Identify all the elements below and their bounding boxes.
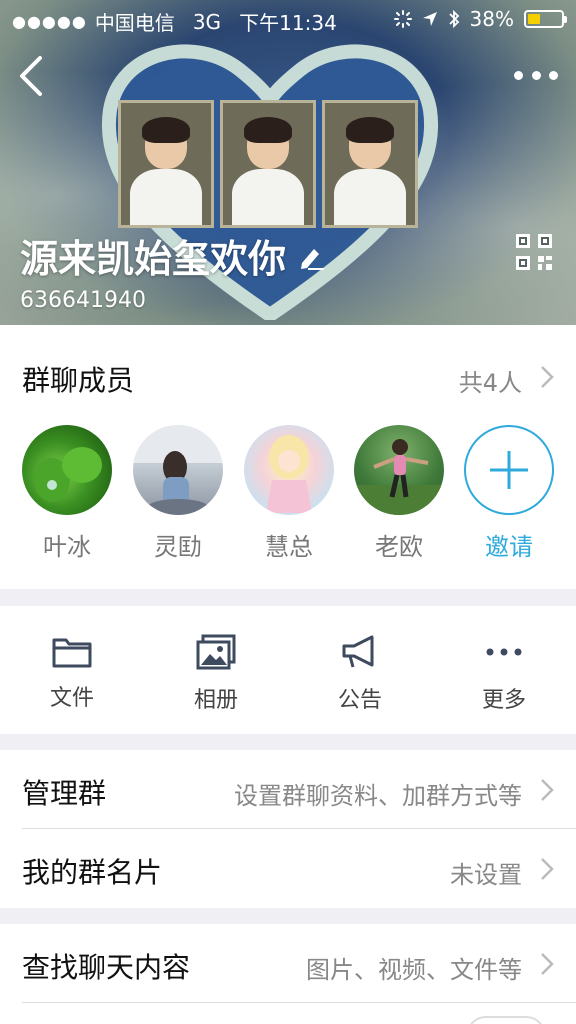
manage-group-hint: 设置群聊资料、加群方式等 [234,782,522,810]
tool-label: 文件 [49,686,94,711]
photo-album-icon [196,634,236,670]
search-history-row[interactable]: 查找聊天内容 图片、视频、文件等 [0,924,576,1002]
toggle-switch[interactable] [466,1016,546,1024]
group-id: 636641940 [20,288,146,313]
megaphone-icon [342,635,374,668]
row-divider [22,1002,576,1003]
chevron-right-icon [541,858,554,880]
manage-group-row[interactable]: 管理群 设置群聊资料、加群方式等 [0,750,576,828]
group-tools-section: 文件 相册 公告 更多 [0,606,576,734]
announcement-button[interactable]: 公告 [310,634,410,714]
member-item[interactable]: 慧总 [243,425,335,562]
manage-group-title: 管理群 [22,777,107,810]
banner-photo [220,100,316,228]
member-item[interactable]: 老欧 [353,425,445,562]
qr-code-icon[interactable] [516,234,552,270]
bluetooth-icon [448,9,459,29]
battery-icon [524,10,567,28]
avatar[interactable] [22,425,112,515]
members-title: 群聊成员 [22,364,135,397]
clock: 下午11:34 [239,11,337,35]
brightness-icon [393,10,412,28]
invite-member[interactable]: 邀请 [463,425,555,562]
avatar[interactable] [133,425,223,515]
invite-button[interactable] [464,425,554,515]
battery-fill [528,14,541,24]
member-item[interactable]: 灵劻 [132,425,224,562]
plus-icon [490,451,528,489]
group-card-row[interactable]: 我的群名片 未设置 [0,829,576,908]
member-name: 老欧 [375,533,423,561]
banner-photo [118,100,214,228]
files-button[interactable]: 文件 [22,634,122,712]
more-dots-icon [486,648,522,656]
chevron-right-icon [541,953,554,975]
member-name: 灵劻 [154,533,202,561]
members-section: 群聊成员 共4人 叶冰 灵劻 慧总 老欧 邀请 [0,325,576,589]
chevron-right-icon [541,779,554,801]
avatar[interactable] [244,425,334,515]
chevron-right-icon [541,366,554,388]
group-name-row[interactable]: 源来凯始玺欢你 [20,228,326,283]
back-button[interactable] [12,52,52,100]
more-dot [549,70,558,80]
banner-photo [322,100,418,228]
group-name: 源来凯始玺欢你 [20,237,287,281]
members-header-row[interactable]: 群聊成员 共4人 [0,325,576,425]
group-card-title: 我的群名片 [22,856,163,889]
search-history-title: 查找聊天内容 [22,951,191,984]
group-card-value: 未设置 [450,861,522,889]
search-history-hint: 图片、视频、文件等 [306,956,522,984]
search-history-section: 查找聊天内容 图片、视频、文件等 [0,924,576,1024]
pencil-icon[interactable] [296,241,326,271]
tool-label: 公告 [337,688,382,713]
album-button[interactable]: 相册 [166,634,266,714]
more-options-button[interactable] [514,62,558,88]
group-settings-section: 管理群 设置群聊资料、加群方式等 我的群名片 未设置 [0,750,576,908]
location-arrow-icon [422,12,437,26]
member-avatar-list: 叶冰 灵劻 慧总 老欧 邀请 [0,425,576,565]
status-bar: ●●●●● 中国电信 3G 下午11:34 38% [0,0,576,38]
more-dot [531,70,541,80]
group-header-banner: ●●●●● 中国电信 3G 下午11:34 38% 源来凯始玺欢你 636641… [0,0,576,325]
more-tools-button[interactable]: 更多 [454,634,554,714]
tool-label: 更多 [481,688,526,713]
more-dot [514,70,523,80]
avatar[interactable] [354,425,444,515]
tool-label: 相册 [193,688,238,713]
member-item[interactable]: 叶冰 [21,425,113,562]
folder-icon [52,638,92,668]
battery-percent: 38% [469,7,514,31]
invite-label: 邀请 [485,533,533,561]
member-count: 共4人 [458,369,522,397]
banner-photo-strip [118,100,418,228]
member-name: 慧总 [265,533,313,561]
member-name: 叶冰 [43,533,91,561]
